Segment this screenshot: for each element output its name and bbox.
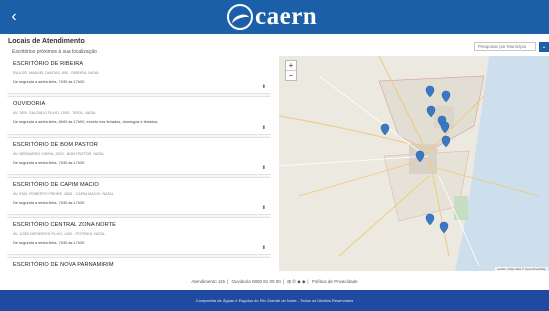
map-view[interactable]: + − Leaflet | Map data © OpenStreetMap [279, 56, 549, 271]
location-card[interactable]: ESCRITÓRIO DE CAPIM MACIO AV. ENG. ROBER… [7, 178, 271, 214]
footer: Atendimento 115 | Ouvidoria 0800 81 00 00… [191, 279, 358, 284]
expand-chevron-icon[interactable]: ⬍ [262, 125, 266, 131]
location-title: ESCRITÓRIO CENTRAL ZONA NORTE [13, 222, 116, 228]
map-canvas [279, 56, 549, 271]
location-hours: De segunda a sexta-feira, 7h30 às 17h30 [13, 79, 85, 84]
social-icons[interactable]: ⊞ ✆ ◆ ◆ [287, 279, 305, 284]
ombudsman-link[interactable]: Ouvidoria 0800 81 00 00 [231, 279, 280, 284]
page-title: Locais de Atendimento [8, 38, 85, 45]
location-hours: De segunda a sexta-feira, 7h30 às 17h30 [13, 200, 85, 205]
search-button[interactable]: ⌄ [539, 42, 549, 52]
expand-chevron-icon[interactable]: ⬍ [262, 245, 266, 251]
copyright-text: Companhia de Águas e Esgotos do Rio Gran… [195, 298, 354, 303]
location-hours: De segunda a sexta-feira, 8h00 às 17h00,… [13, 119, 158, 124]
caern-logo: caern [227, 3, 317, 31]
logo-text: caern [255, 3, 318, 30]
expand-chevron-icon[interactable]: ⬍ [262, 165, 266, 171]
park-area [454, 196, 468, 220]
map-marker-icon[interactable] [439, 221, 449, 234]
location-address: RUA DR. MANUEL DANTAS, 690 - RIBEIRA, NA… [13, 71, 100, 75]
location-title: ESCRITÓRIO DE CAPIM MACIO [13, 182, 99, 188]
back-button[interactable]: ‹ [6, 8, 22, 26]
location-card[interactable]: ESCRITÓRIO DE RIBEIRA RUA DR. MANUEL DAN… [7, 57, 271, 93]
expand-chevron-icon[interactable]: ⬍ [262, 84, 266, 90]
search-input[interactable] [474, 42, 536, 51]
location-address: AV. BERNARDO VIEIRA, 3200 - BOM PASTOR, … [13, 152, 105, 156]
map-attribution: Leaflet | Map data © OpenStreetMap [494, 267, 548, 271]
map-marker-icon[interactable] [441, 135, 451, 148]
location-title: ESCRITÓRIO DE NOVA PARNAMIRIM [13, 262, 114, 268]
location-card[interactable]: ESCRITÓRIO DE BOM PASTOR AV. BERNARDO VI… [7, 138, 271, 174]
location-card[interactable]: ESCRITÓRIO CENTRAL ZONA NORTE AV. JOÃO M… [7, 218, 271, 254]
expand-chevron-icon[interactable]: ⬍ [262, 205, 266, 211]
zoom-in-button[interactable]: + [286, 61, 296, 70]
locations-list[interactable]: ESCRITÓRIO DE RIBEIRA RUA DR. MANUEL DAN… [7, 57, 271, 271]
map-marker-icon[interactable] [380, 123, 390, 136]
location-address: AV. ENG. ROBERTO FREIRE, 2684 - CAPIM MA… [13, 192, 114, 196]
location-title: ESCRITÓRIO DE RIBEIRA [13, 61, 84, 67]
location-title: ESCRITÓRIO DE BOM PASTOR [13, 142, 98, 148]
location-hours: De segunda a sexta-feira, 7h30 às 17h30 [13, 160, 85, 165]
map-zoom-control: + − [285, 60, 297, 81]
location-address: AV. SEN. SALGADO FILHO, 1555 - TIROL, NA… [13, 111, 97, 115]
location-title: OUVIDORIA [13, 101, 46, 107]
location-hours: De segunda a sexta-feira, 7h30 às 17h30 [13, 240, 85, 245]
page-subtitle: Escritórios próximos à sua localização [12, 49, 97, 55]
location-card[interactable]: ESCRITÓRIO DE NOVA PARNAMIRIM [7, 258, 271, 271]
attendance-link[interactable]: Atendimento 115 [191, 279, 225, 284]
zoom-out-button[interactable]: − [286, 70, 296, 80]
top-bar: ‹ caern [0, 0, 549, 34]
map-marker-icon[interactable] [425, 213, 435, 226]
location-address: AV. JOÃO MEDEIROS FILHO, 1400 - POTENGI,… [13, 232, 106, 236]
urban-area [409, 144, 437, 174]
privacy-link[interactable]: Política de Privacidade [312, 279, 358, 284]
bottom-bar: Companhia de Águas e Esgotos do Rio Gran… [0, 290, 549, 311]
location-card[interactable]: OUVIDORIA AV. SEN. SALGADO FILHO, 1555 -… [7, 97, 271, 134]
logo-emblem-icon [227, 4, 253, 30]
